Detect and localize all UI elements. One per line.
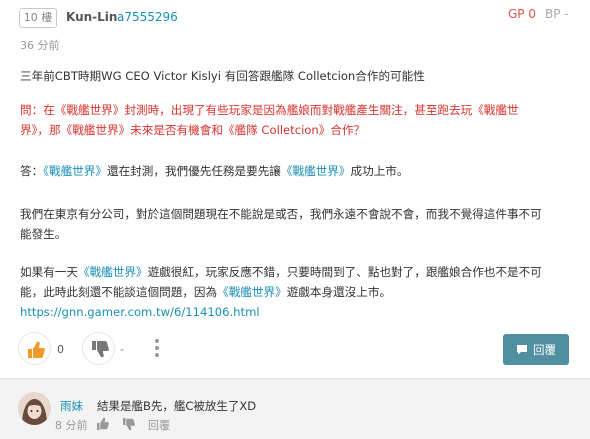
thumbs-up-icon bbox=[28, 341, 45, 358]
game-title: 《艦隊 Colletcion》 bbox=[222, 123, 331, 137]
thumbs-down-icon bbox=[92, 341, 109, 358]
paragraph-text: 遊戲本身還沒上市。 bbox=[286, 285, 392, 299]
user-id[interactable]: a7555296 bbox=[117, 10, 178, 24]
comment-section: 雨妹 結果是艦B先，艦C被放生了XD 8 分前 回覆 bbox=[0, 378, 590, 439]
game-title: 《戰艦世界》 bbox=[280, 164, 351, 178]
post-paragraph-question: 問：在《戰艦世界》封測時，出現了有些玩家是因為艦娘而對戰艦產生關注，甚至跑去玩《… bbox=[20, 100, 580, 140]
answer-text: 成功上市。 bbox=[350, 164, 409, 178]
comment-time: 8 分前 bbox=[55, 419, 88, 432]
game-title: 《戰艦世界》 bbox=[77, 265, 148, 279]
gp-button[interactable] bbox=[18, 332, 51, 365]
question-text: 未來是否有機會和 bbox=[130, 123, 223, 137]
post: 10 樓 Kun-Lin a7555296 GP 0 BP - 36 分前 三年… bbox=[0, 0, 590, 378]
comment-reply-link[interactable]: 回覆 bbox=[148, 417, 170, 433]
bp-count: - bbox=[120, 343, 124, 356]
intro-text: 三年前CBT時期WG CEO Victor Kislyi 有回答跟艦隊 Coll… bbox=[20, 69, 425, 83]
post-paragraph-3: 我們在東京有分公司，對於這個問題現在不能說是或否，我們永遠不會說不會，而我不覺得… bbox=[20, 204, 580, 244]
reply-button[interactable]: 回覆 bbox=[503, 334, 569, 365]
reply-chat-icon bbox=[517, 345, 527, 355]
game-title: 《戰艦世界》 bbox=[54, 103, 125, 117]
question-text: ，那 bbox=[37, 123, 61, 137]
thumbs-up-icon[interactable] bbox=[96, 417, 110, 431]
thumbs-down-icon[interactable] bbox=[122, 417, 136, 431]
answer-text: 答： bbox=[20, 164, 44, 178]
comment-username[interactable]: 雨妹 bbox=[60, 398, 83, 414]
paragraph-text: 我們在東京有分公司，對於這個問題現在不能說是或否，我們永遠不會說不會，而我不覺得… bbox=[20, 207, 542, 221]
news-link[interactable]: https://gnn.gamer.com.tw/6/114106.html bbox=[20, 305, 260, 319]
answer-text: 還在封測，我們優先任務是要先讓 bbox=[106, 164, 281, 178]
game-title: 《戰艦世 bbox=[472, 103, 519, 117]
question-text: 問：在 bbox=[20, 103, 55, 117]
paragraph-text: 能，此時此刻還不能談這個問題，因為 bbox=[20, 285, 218, 299]
username[interactable]: Kun-Lin bbox=[66, 10, 117, 24]
floor-badge: 10 樓 bbox=[19, 8, 57, 28]
game-title: 《戰艦世界》 bbox=[60, 123, 131, 137]
bp-label: BP - bbox=[545, 7, 569, 21]
post-paragraph-answer: 答：《戰艦世界》還在封測，我們優先任務是要先讓《戰艦世界》成功上市。 bbox=[20, 161, 580, 181]
comment-text: 結果是艦B先，艦C被放生了XD bbox=[97, 399, 257, 413]
avatar-image bbox=[18, 392, 51, 425]
post-actions: 0 - 回覆 bbox=[0, 330, 590, 370]
paragraph-text: 遊戲很紅，玩家反應不錯，只要時間到了、點也對了，跟艦娘合作也不是不可 bbox=[147, 265, 542, 279]
bp-button[interactable] bbox=[82, 332, 115, 365]
post-time: 36 分前 bbox=[20, 39, 60, 52]
post-paragraph-intro: 三年前CBT時期WG CEO Victor Kislyi 有回答跟艦隊 Coll… bbox=[20, 66, 580, 86]
paragraph-text: 如果有一天 bbox=[20, 265, 78, 279]
game-title: 《戰艦世界》 bbox=[217, 285, 287, 299]
more-vertical-icon[interactable] bbox=[153, 335, 161, 361]
question-text: 合作？ bbox=[330, 123, 366, 137]
game-title: 《戰艦世界》 bbox=[43, 164, 107, 178]
avatar[interactable] bbox=[18, 392, 51, 425]
gp-count: 0 bbox=[57, 343, 64, 356]
post-paragraph-4: 如果有一天《戰艦世界》遊戲很紅，玩家反應不錯，只要時間到了、點也對了，跟艦娘合作… bbox=[20, 262, 580, 322]
gp-label: GP 0 bbox=[508, 7, 536, 21]
reply-button-label: 回覆 bbox=[533, 342, 556, 357]
question-text: 封測時，出現了有些玩家是因為艦娘而對戰艦產生關注，甚至跑去玩 bbox=[124, 103, 473, 117]
paragraph-text: 能發生。 bbox=[20, 227, 67, 241]
game-title: 界》 bbox=[20, 123, 38, 137]
